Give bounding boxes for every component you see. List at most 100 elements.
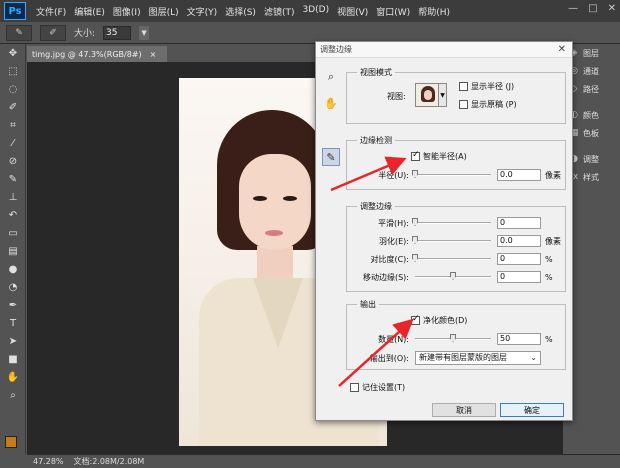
size-input[interactable]: 35: [103, 25, 132, 40]
stamp-tool[interactable]: ⊥: [0, 188, 26, 206]
dodge-tool[interactable]: ◔: [0, 278, 26, 296]
close-icon[interactable]: ✕: [558, 44, 566, 55]
feather-slider-thumb[interactable]: [412, 236, 418, 244]
radius-slider-thumb[interactable]: [412, 170, 418, 178]
lasso-icon: ◌: [8, 83, 18, 95]
radius-input[interactable]: 0.0: [497, 169, 541, 181]
hand-tool[interactable]: ✋: [0, 368, 26, 386]
refine-radius-tool-option[interactable]: ✐: [40, 24, 66, 41]
tools-panel: ✥ ⬚ ◌ ✐ ⌗ ⁄ ⊘ ✎ ⊥ ↶ ▭ ▤ ● ◔ ✒ T ➤ ■ ✋ ⌕: [0, 44, 26, 454]
bandage-icon: ⊘: [8, 155, 18, 167]
menu-help[interactable]: 帮助(H): [414, 5, 454, 18]
close-tab-icon[interactable]: ×: [150, 50, 157, 59]
history-brush-icon: ↶: [8, 209, 18, 221]
lasso-tool[interactable]: ◌: [0, 80, 26, 98]
show-original-checkbox[interactable]: [459, 100, 468, 109]
menu-filter[interactable]: 滤镜(T): [260, 5, 299, 18]
decontaminate-checkbox[interactable]: [411, 314, 420, 325]
quick-select-tool[interactable]: ✐: [0, 98, 26, 116]
crop-tool[interactable]: ⌗: [0, 116, 26, 134]
smooth-slider[interactable]: [412, 218, 491, 226]
document-tab[interactable]: timg.jpg @ 47.3%(RGB/8#) ×: [27, 46, 167, 62]
shape-tool[interactable]: ■: [0, 350, 26, 368]
brush-icon: ✎: [326, 150, 336, 164]
adjust-edge-title: 调整边缘: [357, 201, 395, 212]
move-tool[interactable]: ✥: [0, 44, 26, 62]
tool-preset-picker[interactable]: ✎: [6, 24, 32, 41]
menu-file[interactable]: 文件(F): [32, 5, 70, 18]
remember-settings-option[interactable]: 记住设置(T): [350, 382, 405, 393]
foreground-color-swatch[interactable]: [5, 436, 17, 448]
edge-detection-title: 边缘检测: [357, 135, 395, 146]
menu-type[interactable]: 文字(Y): [183, 5, 222, 18]
type-icon: T: [9, 317, 17, 329]
remember-settings-checkbox[interactable]: [350, 383, 359, 392]
show-original-label: 显示原稿 (P): [471, 100, 517, 109]
chevron-down-icon: ▼: [141, 28, 147, 37]
contrast-slider[interactable]: [412, 254, 491, 262]
menu-3d[interactable]: 3D(D): [298, 5, 333, 18]
healing-tool[interactable]: ⊘: [0, 152, 26, 170]
refine-radius-tool-button[interactable]: ✎: [322, 148, 340, 166]
contrast-label: 对比度(C):: [370, 254, 409, 264]
view-thumbnail[interactable]: [415, 83, 439, 107]
smooth-input[interactable]: 0: [497, 217, 541, 229]
blur-tool[interactable]: ●: [0, 260, 26, 278]
rectangle-icon: ■: [8, 353, 18, 365]
menu-edit[interactable]: 编辑(E): [70, 5, 109, 18]
history-brush-tool[interactable]: ↶: [0, 206, 26, 224]
view-dropdown-button[interactable]: ▼: [439, 83, 447, 107]
show-radius-option[interactable]: 显示半径 (J): [459, 81, 514, 92]
maximize-icon[interactable]: □: [588, 3, 597, 14]
contrast-slider-thumb[interactable]: [412, 254, 418, 262]
menu-select[interactable]: 选择(S): [221, 5, 260, 18]
hand-icon: ✋: [6, 371, 20, 383]
minimize-icon[interactable]: —: [568, 3, 578, 14]
brush-tool[interactable]: ✎: [0, 170, 26, 188]
zoom-tool[interactable]: ⌕: [0, 386, 26, 404]
arrow-cursor-icon: ➤: [8, 335, 18, 347]
eyedropper-tool[interactable]: ⁄: [0, 134, 26, 152]
marquee-tool[interactable]: ⬚: [0, 62, 26, 80]
zoom-level[interactable]: 47.28%: [33, 457, 64, 466]
menu-window[interactable]: 窗口(W): [372, 5, 414, 18]
decontaminate-label: 净化颜色(D): [423, 316, 468, 325]
smart-radius-option[interactable]: 智能半径(A): [411, 150, 467, 162]
feather-input[interactable]: 0.0: [497, 235, 541, 247]
amount-slider-thumb[interactable]: [450, 334, 456, 342]
type-tool[interactable]: T: [0, 314, 26, 332]
menu-image[interactable]: 图像(I): [109, 5, 145, 18]
smart-radius-checkbox[interactable]: [411, 150, 420, 161]
brush-icon: ✎: [8, 173, 18, 185]
eyedropper-icon: ⁄: [12, 137, 14, 149]
menu-view[interactable]: 视图(V): [333, 5, 372, 18]
close-window-icon[interactable]: ✕: [608, 3, 616, 14]
shift-edge-input[interactable]: 0: [497, 271, 541, 283]
amount-slider[interactable]: [415, 334, 491, 342]
smooth-slider-thumb[interactable]: [412, 218, 418, 226]
feather-slider[interactable]: [412, 236, 491, 244]
pen-tool[interactable]: ✒: [0, 296, 26, 314]
output-title: 输出: [357, 299, 379, 310]
eraser-tool[interactable]: ▭: [0, 224, 26, 242]
amount-input[interactable]: 50: [497, 333, 541, 345]
path-select-tool[interactable]: ➤: [0, 332, 26, 350]
output-to-select[interactable]: 新建带有图层蒙版的图层 ⌄: [415, 351, 541, 365]
decontaminate-option[interactable]: 净化颜色(D): [411, 314, 468, 326]
ok-button[interactable]: 确定: [500, 403, 564, 417]
gradient-tool[interactable]: ▤: [0, 242, 26, 260]
cancel-button[interactable]: 取消: [432, 403, 496, 417]
remember-settings-label: 记住设置(T): [362, 383, 406, 392]
output-to-value: 新建带有图层蒙版的图层: [419, 353, 507, 362]
contrast-input[interactable]: 0: [497, 253, 541, 265]
shift-edge-slider-thumb[interactable]: [450, 272, 456, 280]
size-dropdown-button[interactable]: ▼: [139, 25, 150, 40]
show-radius-checkbox[interactable]: [459, 82, 468, 91]
show-original-option[interactable]: 显示原稿 (P): [459, 99, 517, 110]
quick-select-icon: ✐: [8, 101, 18, 113]
menu-layer[interactable]: 图层(L): [145, 5, 183, 18]
hand-tool-button[interactable]: ✋: [322, 94, 340, 112]
shift-edge-slider[interactable]: [415, 272, 491, 280]
radius-slider[interactable]: [412, 170, 491, 178]
zoom-tool-button[interactable]: ⌕: [322, 68, 340, 86]
